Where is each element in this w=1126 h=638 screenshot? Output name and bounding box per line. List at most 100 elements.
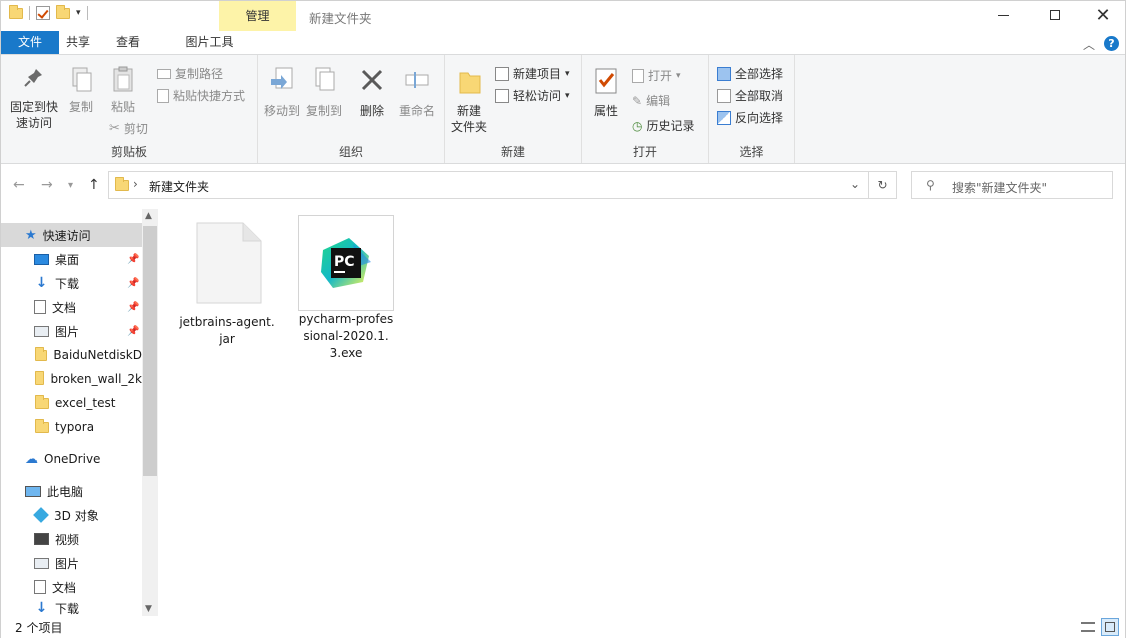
tab-picture-tools[interactable]: 图片工具	[171, 31, 248, 54]
pin-icon[interactable]: 📌	[127, 302, 139, 313]
pin-icon[interactable]: 📌	[127, 326, 139, 337]
new-folder-icon[interactable]	[56, 4, 70, 19]
nav-item-folder[interactable]: typora	[1, 415, 142, 439]
copy-button[interactable]: 复制	[63, 65, 99, 115]
open-icon	[632, 68, 644, 83]
select-none-icon	[717, 88, 731, 103]
refresh-button[interactable]: ↻	[869, 171, 897, 199]
nav-item-downloads[interactable]: ↓ 下载 📌	[1, 271, 142, 295]
open-button[interactable]: 打开 ▾	[632, 67, 681, 84]
pin-label: 固定到快 速访问	[9, 100, 58, 130]
large-icons-view-button[interactable]	[1101, 618, 1119, 636]
select-all-button[interactable]: 全部选择	[717, 65, 783, 82]
nav-item-label: 下载	[55, 601, 80, 616]
nav-item-label: typora	[55, 420, 95, 434]
context-tab-manage[interactable]: 管理	[219, 1, 296, 31]
nav-item-label: 图片	[55, 324, 80, 339]
copy-label: 复制	[68, 100, 93, 114]
properties-icon[interactable]	[36, 6, 50, 20]
nav-item-folder[interactable]: BaiduNetdiskD	[1, 343, 142, 367]
copy-path-button[interactable]: 复制路径	[157, 65, 223, 82]
nav-item-pictures[interactable]: 图片 📌	[1, 319, 142, 343]
divider	[29, 6, 30, 20]
move-to-button[interactable]: 移动到	[261, 65, 303, 119]
dropdown-icon: ▾	[676, 70, 681, 81]
chevron-down-icon[interactable]: ⌄	[850, 177, 860, 191]
qat-dropdown-icon[interactable]: ▾	[76, 8, 81, 18]
open-group: 属性 打开 ▾ ✎ 编辑 ◷ 历史记录 打开	[582, 55, 709, 163]
nav-this-pc[interactable]: 此电脑	[1, 479, 142, 503]
recent-locations-icon[interactable]: ▾	[68, 180, 73, 191]
scroll-up-icon[interactable]: ▲	[145, 211, 152, 221]
navigation-pane: ★ 快速访问 桌面 📌 ↓ 下载 📌 文档 📌 图片 📌 BaiduNetdis…	[1, 207, 158, 617]
cut-button[interactable]: ✂ 剪切	[109, 120, 148, 137]
nav-scrollbar[interactable]: ▲ ▼	[142, 209, 158, 616]
minimize-button[interactable]	[979, 1, 1027, 29]
pin-icon[interactable]: 📌	[127, 254, 139, 265]
edit-button[interactable]: ✎ 编辑	[632, 92, 670, 109]
pin-icon[interactable]: 📌	[127, 278, 139, 289]
maximize-button[interactable]	[1031, 1, 1079, 29]
tab-share[interactable]: 共享	[53, 31, 103, 54]
minimize-icon	[997, 14, 1009, 16]
file-item[interactable]: jetbrains-agent.jar	[179, 215, 275, 348]
nav-pc-pictures[interactable]: 图片	[1, 551, 142, 575]
pin-quick-access-button[interactable]: 固定到快 速访问	[5, 65, 63, 131]
tab-file[interactable]: 文件	[1, 31, 59, 54]
easy-access-button[interactable]: 轻松访问 ▾	[495, 87, 570, 104]
back-arrow-icon[interactable]: ←	[13, 177, 25, 193]
new-item-label: 新建项目	[513, 67, 562, 81]
search-box[interactable]: ⚲ 搜索"新建文件夹"	[911, 171, 1113, 199]
delete-button[interactable]: 删除	[354, 65, 390, 119]
folder-icon	[9, 4, 23, 19]
copy-to-button[interactable]: 复制到	[303, 65, 345, 119]
file-thumbnail: PC	[298, 215, 394, 311]
nav-onedrive[interactable]: ☁ OneDrive	[1, 447, 142, 471]
nav-item-label: 文档	[52, 580, 77, 595]
nav-item-desktop[interactable]: 桌面 📌	[1, 247, 142, 271]
copy-to-icon	[315, 67, 335, 91]
paste-shortcut-button[interactable]: 粘贴快捷方式	[157, 87, 245, 104]
scrollbar-thumb[interactable]	[143, 226, 157, 476]
history-button[interactable]: ◷ 历史记录	[632, 117, 695, 134]
select-none-button[interactable]: 全部取消	[717, 87, 783, 104]
nav-pc-documents[interactable]: 文档	[1, 575, 142, 599]
nav-item-folder[interactable]: excel_test	[1, 391, 142, 415]
chevron-right-icon: ›	[133, 177, 138, 191]
properties-button[interactable]: 属性	[588, 65, 624, 119]
invert-selection-button[interactable]: 反向选择	[717, 109, 783, 126]
nav-item-folder[interactable]: broken_wall_2k	[1, 367, 142, 391]
nav-item-label: excel_test	[55, 396, 116, 410]
nav-this-pc-label: 此电脑	[47, 484, 84, 499]
new-folder-button[interactable]: 新建 文件夹	[449, 65, 489, 135]
nav-pc-downloads[interactable]: ↓ 下载	[1, 599, 142, 617]
paste-button[interactable]: 粘贴	[105, 65, 141, 115]
scroll-down-icon[interactable]: ▼	[145, 604, 152, 614]
search-placeholder: 搜索"新建文件夹"	[952, 181, 1048, 195]
search-icon: ⚲	[926, 178, 935, 192]
file-item[interactable]: PC pycharm-professional-2020.1.3.exe	[298, 215, 394, 362]
help-icon[interactable]: ?	[1104, 36, 1119, 51]
up-arrow-icon[interactable]: ↑	[88, 177, 100, 193]
easy-access-label: 轻松访问	[513, 89, 562, 103]
nav-pc-videos[interactable]: 视频	[1, 527, 142, 551]
collapse-ribbon-icon[interactable]: ︿	[1083, 36, 1095, 53]
select-all-label: 全部选择	[735, 67, 784, 81]
tab-view[interactable]: 查看	[103, 31, 153, 54]
rename-button[interactable]: 重命名	[394, 65, 440, 119]
blank-file-icon	[196, 222, 262, 304]
computer-icon	[25, 485, 41, 497]
address-path[interactable]: 新建文件夹	[149, 178, 209, 195]
details-view-button[interactable]	[1079, 618, 1097, 636]
close-button[interactable]: ✕	[1079, 1, 1126, 29]
window-title: 新建文件夹	[309, 11, 372, 26]
close-icon: ✕	[1095, 4, 1111, 26]
nav-pc-3d-objects[interactable]: 3D 对象	[1, 503, 142, 527]
forward-arrow-icon[interactable]: →	[41, 177, 53, 193]
paste-label: 粘贴	[110, 100, 135, 114]
address-bar[interactable]: › 新建文件夹 ⌄	[108, 171, 869, 199]
new-item-button[interactable]: 新建项目 ▾	[495, 65, 570, 82]
open-label: 打开	[648, 69, 673, 83]
nav-item-documents[interactable]: 文档 📌	[1, 295, 142, 319]
nav-quick-access[interactable]: ★ 快速访问	[1, 223, 142, 247]
